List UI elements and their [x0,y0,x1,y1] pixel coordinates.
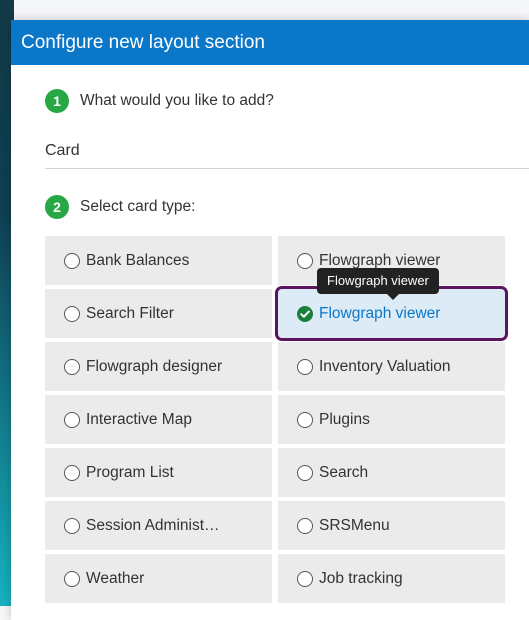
card-option-label: Flowgraph viewer [319,251,441,269]
card-option-job-tracking[interactable]: Job tracking [278,554,505,603]
card-option-search-filter[interactable]: Search Filter [45,289,272,338]
card-option-weather[interactable]: Weather [45,554,272,603]
radio-icon [64,411,80,428]
radio-icon [64,252,80,269]
step-two: 2 Select card type: [45,195,195,219]
step-one-label: What would you like to add? [80,92,274,109]
card-option-label: Job tracking [319,569,403,587]
card-option-label: Session Administ… [86,516,220,534]
tooltip-flowgraph-viewer: Flowgraph viewer [317,268,439,300]
radio-icon [64,305,80,322]
card-option-plugins[interactable]: Plugins [278,395,505,444]
dialog-title: Configure new layout section [11,20,529,65]
radio-icon [297,252,313,269]
card-option-label: Weather [86,569,145,587]
card-option-label: Bank Balances [86,251,190,269]
check-circle-icon [297,305,313,322]
card-option-label: Flowgraph viewer [319,304,441,322]
step-one-badge: 1 [45,89,69,113]
radio-icon [64,464,80,481]
radio-icon [297,358,313,375]
card-option-interactive-map[interactable]: Interactive Map [45,395,272,444]
radio-icon [297,517,313,534]
card-option-flowgraph-designer[interactable]: Flowgraph designer [45,342,272,391]
step-two-badge: 2 [45,195,69,219]
step-two-label: Select card type: [80,198,196,215]
radio-icon [297,464,313,481]
radio-icon [64,517,80,534]
step-one: 1 What would you like to add? [45,89,274,113]
card-option-session-administration[interactable]: Session Administ… [45,501,272,550]
card-option-label: Interactive Map [86,410,192,428]
configure-layout-dialog: Configure new layout section 1 What woul… [11,20,529,620]
card-option-label: Program List [86,463,174,481]
radio-icon [64,570,80,587]
card-option-label: Plugins [319,410,370,428]
card-option-inventory-valuation[interactable]: Inventory Valuation [278,342,505,391]
card-option-search[interactable]: Search [278,448,505,497]
card-option-label: SRSMenu [319,516,390,534]
section-divider [45,168,529,169]
card-option-srsmenu[interactable]: SRSMenu [278,501,505,550]
card-option-program-list[interactable]: Program List [45,448,272,497]
card-option-label: Search Filter [86,304,174,322]
radio-icon [64,358,80,375]
card-option-label: Inventory Valuation [319,357,451,375]
card-option-label: Flowgraph designer [86,357,223,375]
card-option-bank-balances[interactable]: Bank Balances [45,236,272,285]
radio-icon [297,570,313,587]
radio-icon [297,411,313,428]
card-option-label: Search [319,463,369,481]
selected-layout-type[interactable]: Card [45,142,80,160]
